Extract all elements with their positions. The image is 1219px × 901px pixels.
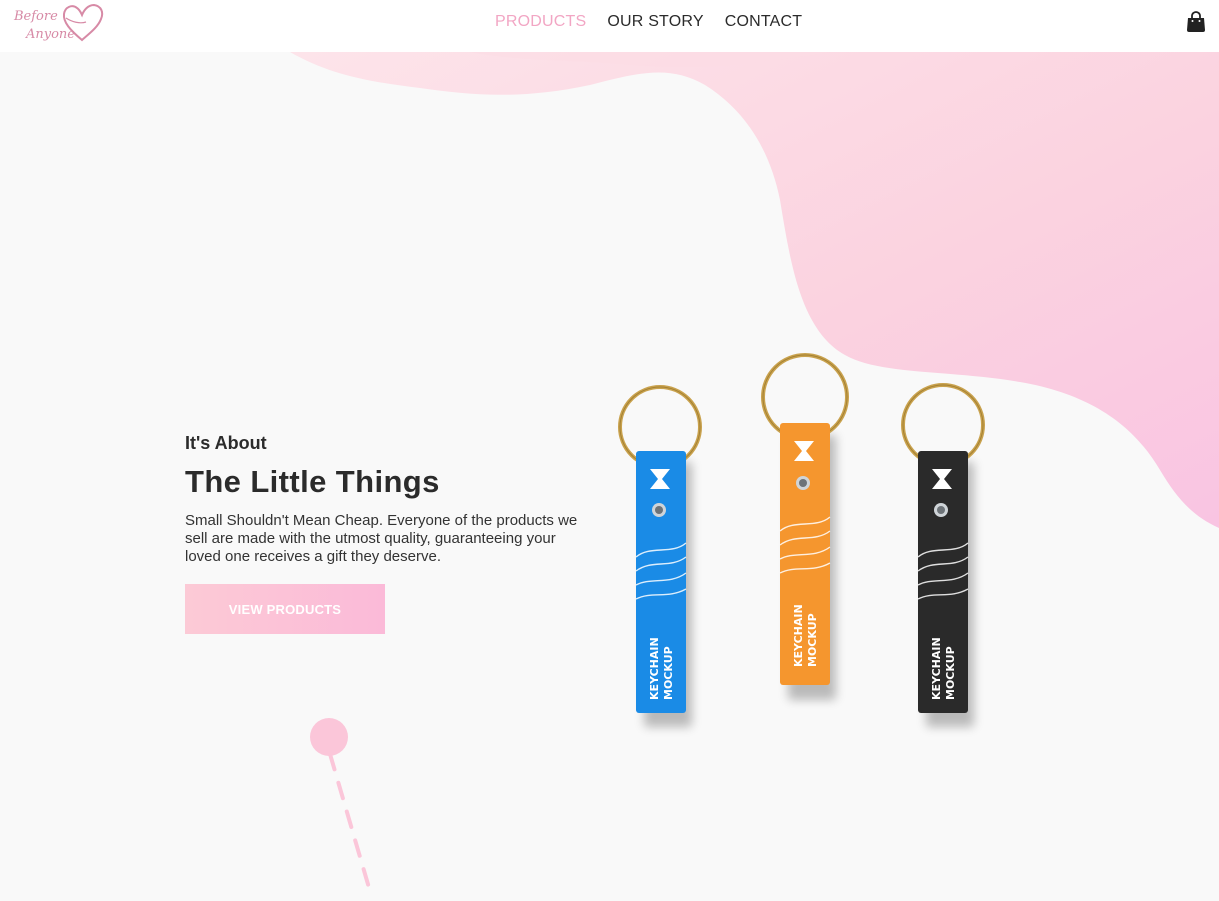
view-products-button[interactable]: VIEW PRODUCTS xyxy=(185,584,385,634)
keychain-black: KEYCHAIN MOCKUP xyxy=(901,383,985,727)
nav-link-products[interactable]: PRODUCTS xyxy=(495,13,586,31)
keychain-label-orange-2: MOCKUP xyxy=(806,613,819,667)
cart-button[interactable] xyxy=(1185,11,1207,33)
product-image-keychains: KEYCHAIN MOCKUP KEYCHAIN MOCKUP KEYCHAIN… xyxy=(618,353,985,727)
keychain-blue: KEYCHAIN MOCKUP xyxy=(618,385,702,727)
hero-title: The Little Things xyxy=(185,464,440,499)
keychain-label-black: KEYCHAIN xyxy=(930,637,943,700)
brand-logo[interactable]: Before Anyone xyxy=(12,2,108,46)
keychain-label-orange: KEYCHAIN xyxy=(792,604,805,667)
main-nav: PRODUCTS OUR STORY CONTACT xyxy=(495,13,802,31)
keychain-label-blue: KEYCHAIN xyxy=(648,637,661,700)
nav-link-our-story[interactable]: OUR STORY xyxy=(607,13,703,31)
keychain-label-blue-2: MOCKUP xyxy=(662,646,675,700)
page: Before Anyone PRODUCTS OUR STORY CONTACT… xyxy=(0,0,1219,901)
site-header: Before Anyone PRODUCTS OUR STORY CONTACT xyxy=(0,0,1219,52)
hero-eyebrow: It's About xyxy=(185,433,267,453)
nav-link-contact[interactable]: CONTACT xyxy=(725,13,803,31)
shopping-bag-icon xyxy=(1187,11,1205,32)
logo-text-line1: Before xyxy=(14,9,58,24)
hero-description: Small Shouldn't Mean Cheap. Everyone of … xyxy=(185,512,578,565)
keychain-label-black-2: MOCKUP xyxy=(944,646,957,700)
heart-icon xyxy=(62,3,104,42)
keychain-orange: KEYCHAIN MOCKUP xyxy=(761,353,849,700)
decorative-pin-icon xyxy=(310,718,374,900)
